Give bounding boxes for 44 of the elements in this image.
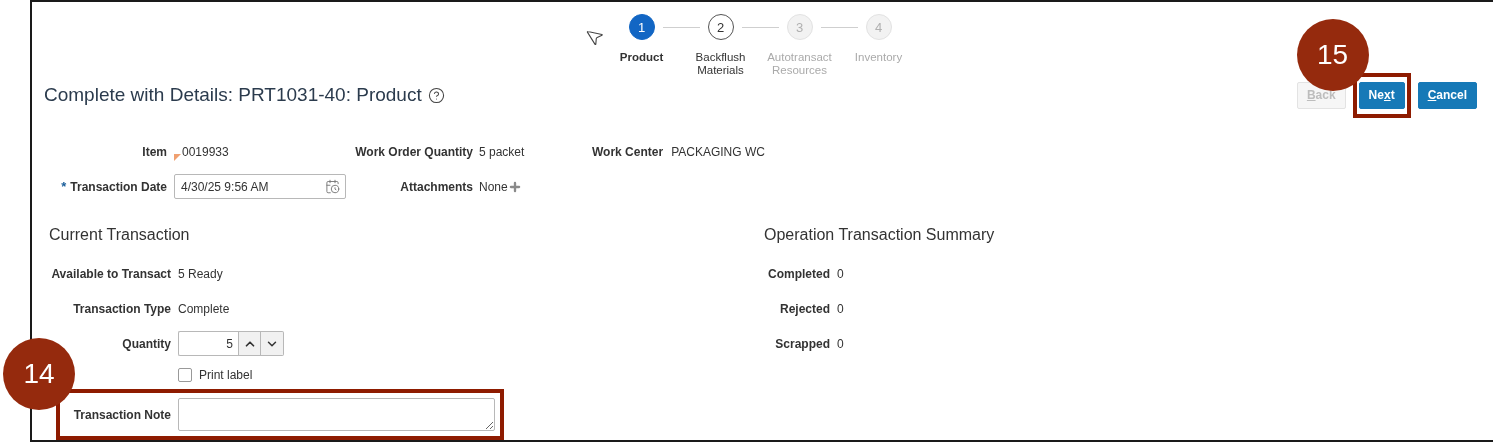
print-label-checkbox[interactable]: Print label xyxy=(178,368,253,382)
field-label: Work Order Quantity xyxy=(355,144,473,159)
calendar-icon[interactable] xyxy=(325,179,340,194)
date-field[interactable]: 4/30/25 9:56 AM xyxy=(174,174,346,199)
step-label: Product xyxy=(619,51,664,64)
field-value: 0 xyxy=(837,336,844,351)
step-number[interactable]: 1 xyxy=(628,14,655,40)
quantity-field[interactable]: 5 xyxy=(178,331,238,356)
field-value: 0 xyxy=(837,301,844,316)
field-value: None xyxy=(479,179,508,194)
field-value: Complete xyxy=(178,301,230,316)
step-label: Autotransact Resources xyxy=(766,51,833,77)
field-label: Item xyxy=(142,144,167,159)
step-number-badge: 14 xyxy=(3,338,75,410)
field-label: Work Center xyxy=(592,144,664,159)
step-label: Backflush Materials xyxy=(694,51,747,77)
field-value: 0 xyxy=(837,266,844,281)
field-value: 5 packet xyxy=(479,144,525,159)
step-number[interactable]: 2 xyxy=(707,14,734,40)
field-label: Rejected xyxy=(778,301,830,316)
field-label: Quantity xyxy=(121,336,171,351)
increment-button[interactable] xyxy=(238,331,261,356)
page-title: Complete with Details: PRT1031-40: Product xyxy=(44,84,422,106)
field-label: Scrapped xyxy=(774,336,830,351)
field-value: 0019933 xyxy=(182,144,229,159)
field-value: 5 Ready xyxy=(178,266,223,281)
cancel-button[interactable]: Cancel xyxy=(1417,81,1477,109)
field-label: Completed xyxy=(767,266,830,281)
next-button[interactable]: Next xyxy=(1358,81,1405,109)
field-label: Transaction Type xyxy=(72,301,171,316)
step-number-badge: 15 xyxy=(1296,18,1369,91)
required-mark: * xyxy=(61,179,67,194)
add-icon[interactable] xyxy=(507,179,522,194)
section-title: Operation Transaction Summary xyxy=(763,225,995,245)
field-label: Available to Transact xyxy=(50,266,171,281)
field-value: PACKAGING WC xyxy=(671,144,765,159)
field-label: Transaction Date xyxy=(70,179,167,194)
step-label: Inventory xyxy=(854,51,903,64)
transaction-note-field[interactable] xyxy=(178,398,495,431)
field-label: Attachments xyxy=(400,179,473,194)
decrement-button[interactable] xyxy=(261,331,284,356)
section-title: Current Transaction xyxy=(48,225,191,245)
field-label: Transaction Note xyxy=(72,407,171,422)
help-icon[interactable] xyxy=(427,86,445,104)
